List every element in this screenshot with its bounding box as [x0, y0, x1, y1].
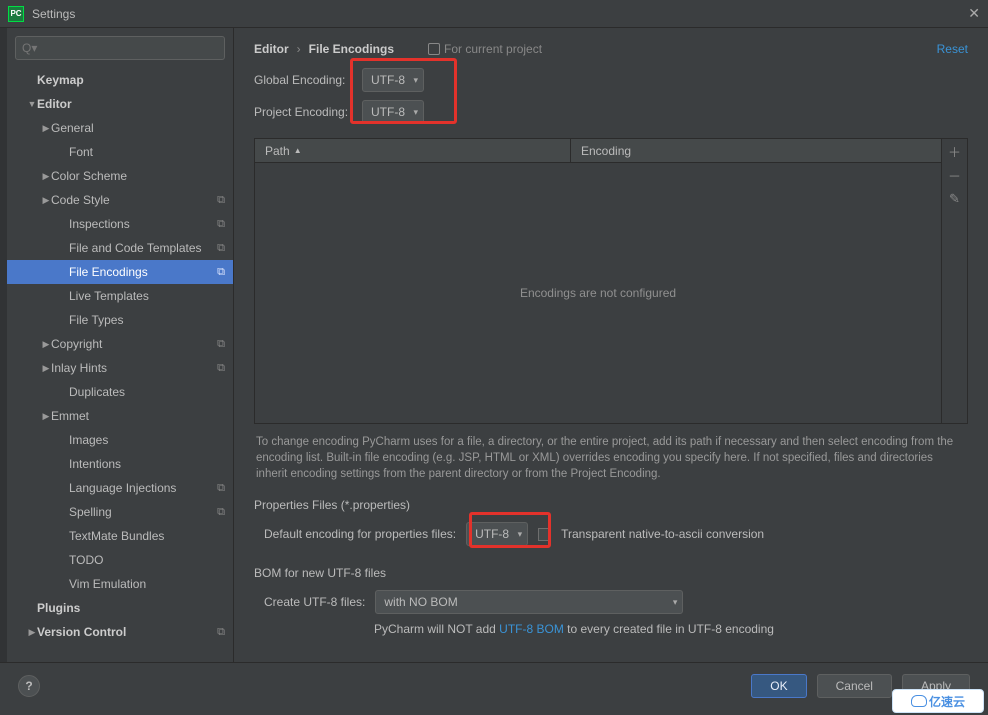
project-encoding-dropdown[interactable]: UTF-8 — [362, 100, 424, 124]
reset-link[interactable]: Reset — [937, 42, 968, 56]
tree-item-code-style[interactable]: ▶Code Style⧉ — [7, 188, 233, 212]
tree-item-live-templates[interactable]: Live Templates — [7, 284, 233, 308]
properties-section-title: Properties Files (*.properties) — [234, 492, 988, 518]
project-encoding-label: Project Encoding: — [254, 105, 352, 119]
tree-item-file-encodings[interactable]: File Encodings⧉ — [7, 260, 233, 284]
utf8-bom-link[interactable]: UTF-8 BOM — [499, 622, 564, 636]
scheme-icon: ⧉ — [217, 506, 225, 519]
search-input[interactable] — [15, 36, 225, 60]
tree-item-language-injections[interactable]: Language Injections⧉ — [7, 476, 233, 500]
scheme-icon: ⧉ — [217, 482, 225, 495]
table-empty-message: Encodings are not configured — [255, 163, 941, 423]
tree-item-color-scheme[interactable]: ▶Color Scheme — [7, 164, 233, 188]
create-utf8-label: Create UTF-8 files: — [264, 595, 365, 609]
ok-button[interactable]: OK — [751, 674, 806, 698]
close-icon[interactable]: ✕ — [968, 5, 980, 22]
scheme-icon: ⧉ — [217, 242, 225, 255]
edit-button[interactable]: ✎ — [945, 187, 965, 211]
transparent-checkbox[interactable] — [538, 528, 551, 541]
tree-item-font[interactable]: Font — [7, 140, 233, 164]
bom-note: PyCharm will NOT add UTF-8 BOM to every … — [234, 618, 988, 640]
transparent-label: Transparent native-to-ascii conversion — [561, 527, 764, 541]
gutter — [0, 28, 7, 662]
tree-item-general[interactable]: ▶General — [7, 116, 233, 140]
scheme-icon: ⧉ — [217, 194, 225, 207]
tree-item-todo[interactable]: TODO — [7, 548, 233, 572]
properties-encoding-dropdown[interactable]: UTF-8 — [466, 522, 528, 546]
sort-asc-icon: ▲ — [294, 146, 302, 155]
scheme-icon: ⧉ — [217, 626, 225, 639]
tree-item-spelling[interactable]: Spelling⧉ — [7, 500, 233, 524]
crumb-file-encodings: File Encodings — [309, 42, 394, 56]
help-button[interactable]: ? — [18, 675, 40, 697]
help-paragraph: To change encoding PyCharm uses for a fi… — [234, 424, 988, 492]
tree-item-inspections[interactable]: Inspections⧉ — [7, 212, 233, 236]
tree-item-vim-emulation[interactable]: Vim Emulation — [7, 572, 233, 596]
tree-item-version-control[interactable]: ▶Version Control⧉ — [7, 620, 233, 644]
chevron-right-icon: › — [297, 42, 301, 56]
tree-item-textmate-bundles[interactable]: TextMate Bundles — [7, 524, 233, 548]
watermark: 亿速云 — [892, 689, 984, 713]
bom-section-title: BOM for new UTF-8 files — [234, 560, 988, 586]
column-encoding[interactable]: Encoding — [571, 139, 941, 162]
window-title: Settings — [32, 7, 968, 21]
encodings-table[interactable]: Path▲ Encoding Encodings are not configu… — [254, 138, 942, 424]
scheme-icon: ⧉ — [217, 266, 225, 279]
app-icon: PC — [8, 6, 24, 22]
global-encoding-label: Global Encoding: — [254, 73, 352, 87]
tree-item-file-types[interactable]: File Types — [7, 308, 233, 332]
crumb-editor[interactable]: Editor — [254, 42, 289, 56]
cancel-button[interactable]: Cancel — [817, 674, 892, 698]
tree-item-plugins[interactable]: Plugins — [7, 596, 233, 620]
scheme-icon: ⧉ — [217, 218, 225, 231]
settings-tree[interactable]: Keymap ▼Editor ▶General Font ▶Color Sche… — [7, 68, 233, 662]
tree-item-emmet[interactable]: ▶Emmet — [7, 404, 233, 428]
column-path[interactable]: Path▲ — [255, 139, 571, 162]
tree-item-keymap[interactable]: Keymap — [7, 68, 233, 92]
scheme-icon: ⧉ — [217, 338, 225, 351]
tree-item-inlay-hints[interactable]: ▶Inlay Hints⧉ — [7, 356, 233, 380]
tree-item-copyright[interactable]: ▶Copyright⧉ — [7, 332, 233, 356]
properties-default-label: Default encoding for properties files: — [264, 527, 456, 541]
breadcrumb: Editor › File Encodings For current proj… — [234, 28, 988, 64]
global-encoding-dropdown[interactable]: UTF-8 — [362, 68, 424, 92]
tree-item-intentions[interactable]: Intentions — [7, 452, 233, 476]
remove-button[interactable]: － — [945, 163, 965, 187]
tree-item-editor[interactable]: ▼Editor — [7, 92, 233, 116]
tree-item-file-code-templates[interactable]: File and Code Templates⧉ — [7, 236, 233, 260]
add-button[interactable]: ＋ — [945, 139, 965, 163]
scheme-icon: ⧉ — [217, 362, 225, 375]
tree-item-images[interactable]: Images — [7, 428, 233, 452]
create-utf8-dropdown[interactable]: with NO BOM — [375, 590, 683, 614]
for-current-project-label: For current project — [428, 42, 542, 56]
tree-item-duplicates[interactable]: Duplicates — [7, 380, 233, 404]
